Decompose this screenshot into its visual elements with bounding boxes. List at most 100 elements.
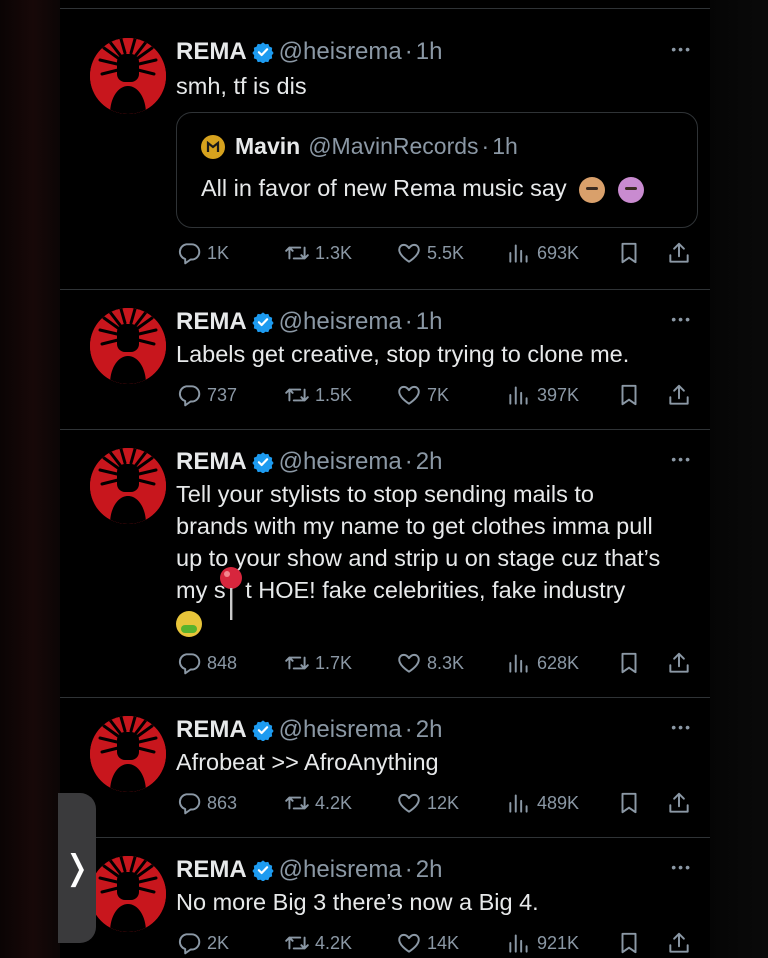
reply-button[interactable]: 737 [176,380,237,410]
timestamp[interactable]: 2h [416,856,443,884]
like-button[interactable]: 14K [396,928,459,958]
retweet-count: 4.2K [315,792,353,813]
action-bar: 2K 4.2K 14K 921K [176,928,696,958]
view-count: 397K [537,384,580,405]
tweet-2[interactable]: REMA @heisrema · 1h ••• Labels get creat… [60,308,710,430]
left-edge-shade [0,0,60,958]
more-icon[interactable]: ••• [666,860,692,874]
bookmark-button[interactable] [616,648,642,678]
author-handle[interactable]: @heisrema [279,38,402,66]
tweet-header: REMA @heisrema · 2h [176,716,442,744]
reply-icon [176,382,202,408]
like-icon [396,930,422,956]
author-name[interactable]: REMA [176,856,247,884]
quoted-tweet[interactable]: Mavin @MavinRecords · 1h All in favor of… [176,112,698,228]
verified-badge-icon [252,719,274,741]
retweet-button[interactable]: 1.7K [284,648,352,678]
more-icon[interactable]: ••• [666,720,692,734]
views-icon [506,240,532,266]
like-icon [396,650,422,676]
tweet-text-line: brands with my name to get clothes imma … [176,513,653,539]
retweet-icon [284,382,310,408]
author-name[interactable]: REMA [176,308,247,336]
reply-count: 737 [207,384,238,405]
verified-badge-icon [252,451,274,473]
more-icon[interactable]: ••• [666,42,692,56]
separator-dot: · [404,308,413,335]
reply-button[interactable]: 1K [176,238,229,268]
separator-dot: · [404,856,413,883]
tweet-text: Afrobeat >> AfroAnything [176,749,439,775]
like-button[interactable]: 12K [396,788,459,818]
chevron-right-icon: ❭ [62,849,92,887]
share-icon [666,790,692,816]
retweet-button[interactable]: 1.3K [284,238,352,268]
pushpin-emoji-icon [220,567,242,620]
retweet-count: 4.2K [315,932,353,953]
verified-badge-icon [252,311,274,333]
views-button[interactable]: 397K [506,380,579,410]
tweet-text-line: my s t HOE! fake celebrities, fake indus… [176,577,626,603]
author-handle[interactable]: @heisrema [279,448,402,476]
author-handle[interactable]: @heisrema [279,716,402,744]
avatar[interactable] [90,38,166,114]
timestamp[interactable]: 1h [416,308,443,336]
timestamp[interactable]: 2h [416,448,443,476]
author-handle[interactable]: @heisrema [279,856,402,884]
share-button[interactable] [666,238,692,268]
tweet-1[interactable]: REMA @heisrema · 1h ••• smh, tf is dis M… [60,38,710,290]
timestamp[interactable]: 2h [416,716,443,744]
bookmark-icon [616,930,642,956]
like-button[interactable]: 8.3K [396,648,464,678]
like-button[interactable]: 5.5K [396,238,464,268]
author-handle[interactable]: @heisrema [279,308,402,336]
share-button[interactable] [666,788,692,818]
raising-hand-emoji-icon [579,176,606,203]
separator-dot: · [404,38,413,65]
reply-button[interactable]: 863 [176,788,237,818]
bookmark-button[interactable] [616,788,642,818]
views-button[interactable]: 489K [506,788,579,818]
more-icon[interactable]: ••• [666,452,692,466]
more-icon[interactable]: ••• [666,312,692,326]
share-button[interactable] [666,928,692,958]
share-button[interactable] [666,380,692,410]
bookmark-button[interactable] [616,928,642,958]
tweet-4[interactable]: REMA @heisrema · 2h ••• Afrobeat >> Afro… [60,716,710,838]
raising-hand-emoji-icon [617,176,644,203]
retweet-button[interactable]: 1.5K [284,380,352,410]
mavin-logo-icon [201,134,225,159]
share-button[interactable] [666,648,692,678]
avatar[interactable] [90,856,166,932]
retweet-button[interactable]: 4.2K [284,788,352,818]
like-button[interactable]: 7K [396,380,449,410]
author-name[interactable]: REMA [176,448,247,476]
like-icon [396,240,422,266]
timeline-feed[interactable]: REMA @heisrema · 1h ••• smh, tf is dis M… [60,0,710,958]
timestamp[interactable]: 1h [416,38,443,66]
side-panel-handle[interactable]: ❭ [58,793,96,943]
views-icon [506,930,532,956]
tweet-5[interactable]: REMA @heisrema · 2h ••• No more Big 3 th… [60,856,710,958]
avatar[interactable] [90,308,166,384]
like-count: 14K [427,932,460,953]
retweet-button[interactable]: 4.2K [284,928,352,958]
author-name[interactable]: REMA [176,38,247,66]
reply-button[interactable]: 848 [176,648,237,678]
tweet-text: smh, tf is dis [176,73,307,99]
avatar[interactable] [90,716,166,792]
views-button[interactable]: 628K [506,648,579,678]
reply-count: 1K [207,242,230,263]
quote-author-name: Mavin [235,133,301,159]
bookmark-button[interactable] [616,380,642,410]
action-bar: 863 4.2K 12K 489K [176,788,696,818]
views-button[interactable]: 921K [506,928,579,958]
tweet-text-line: Tell your stylists to stop sending mails… [176,481,594,507]
reply-button[interactable]: 2K [176,928,229,958]
tweet-3[interactable]: REMA @heisrema · 2h ••• Tell your stylis… [60,448,710,698]
tweet-text-line: up to your show and strip u on stage cuz… [176,545,661,571]
author-name[interactable]: REMA [176,716,247,744]
bookmark-button[interactable] [616,238,642,268]
views-button[interactable]: 693K [506,238,579,268]
avatar[interactable] [90,448,166,524]
